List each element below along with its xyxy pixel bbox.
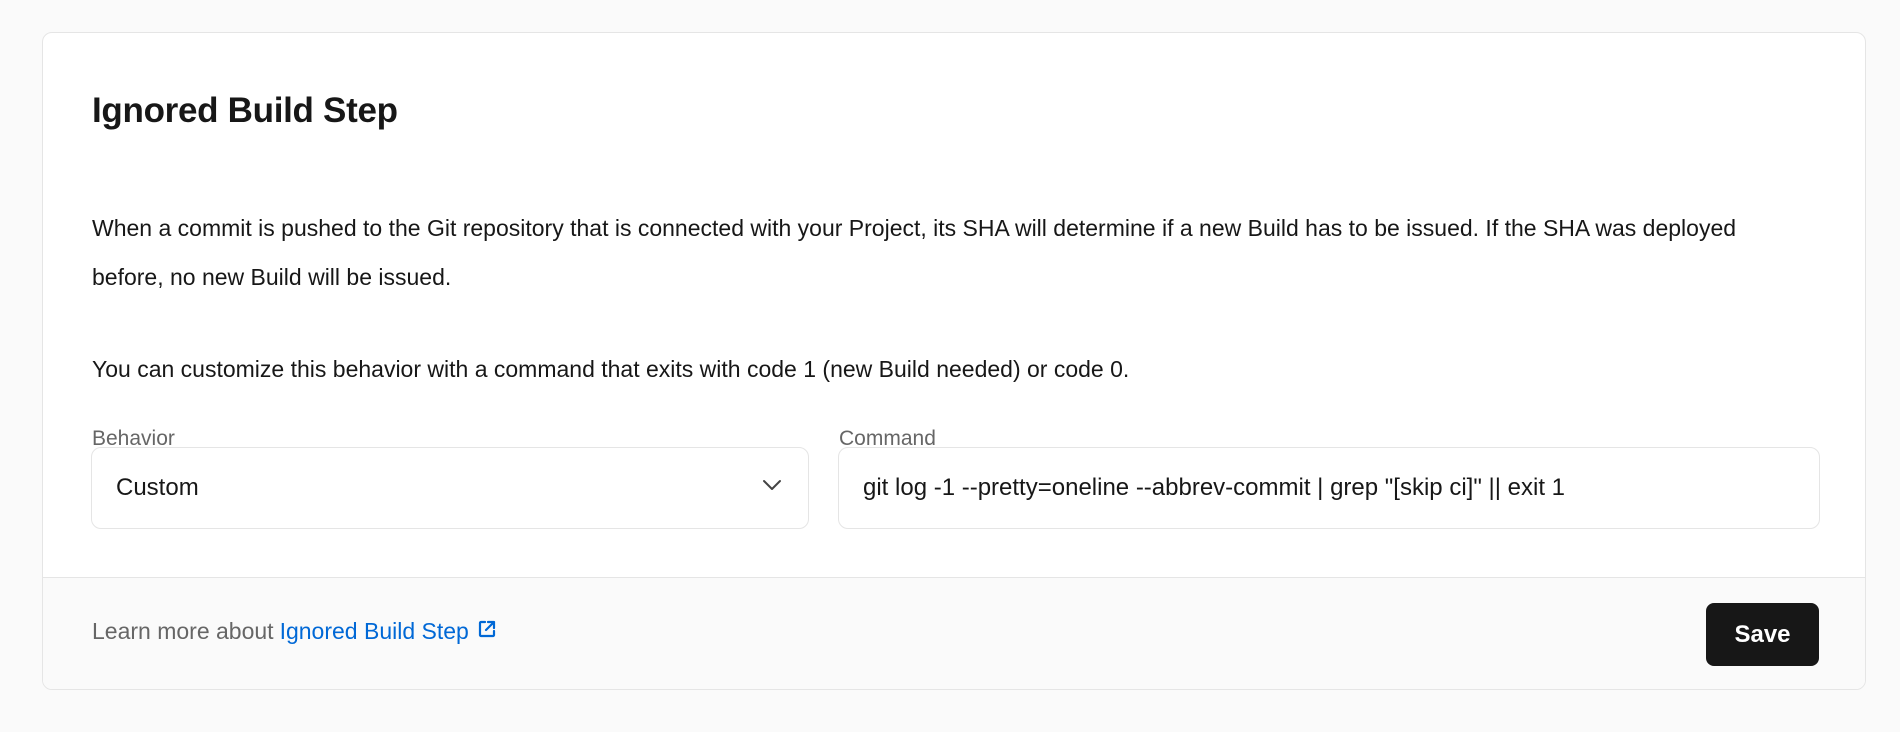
learn-more-link[interactable]: Ignored Build Step <box>280 618 497 645</box>
command-input[interactable] <box>838 447 1820 529</box>
ignored-build-step-card: Ignored Build Step When a commit is push… <box>42 32 1866 690</box>
card-footer: Learn more about Ignored Build Step Save <box>43 577 1865 689</box>
save-button[interactable]: Save <box>1706 603 1819 666</box>
learn-more-prefix: Learn more about <box>92 618 274 644</box>
section-title: Ignored Build Step <box>92 91 398 130</box>
section-description-custom: You can customize this behavior with a c… <box>92 356 1130 382</box>
behavior-select[interactable]: Custom <box>91 447 809 529</box>
section-description: When a commit is pushed to the Git repos… <box>92 215 1737 290</box>
learn-more-link-label: Ignored Build Step <box>279 618 469 644</box>
learn-more-text: Learn more about Ignored Build Step <box>92 618 497 645</box>
external-link-icon <box>477 618 497 645</box>
chevron-down-icon <box>760 473 784 504</box>
behavior-select-value: Custom <box>116 474 199 501</box>
